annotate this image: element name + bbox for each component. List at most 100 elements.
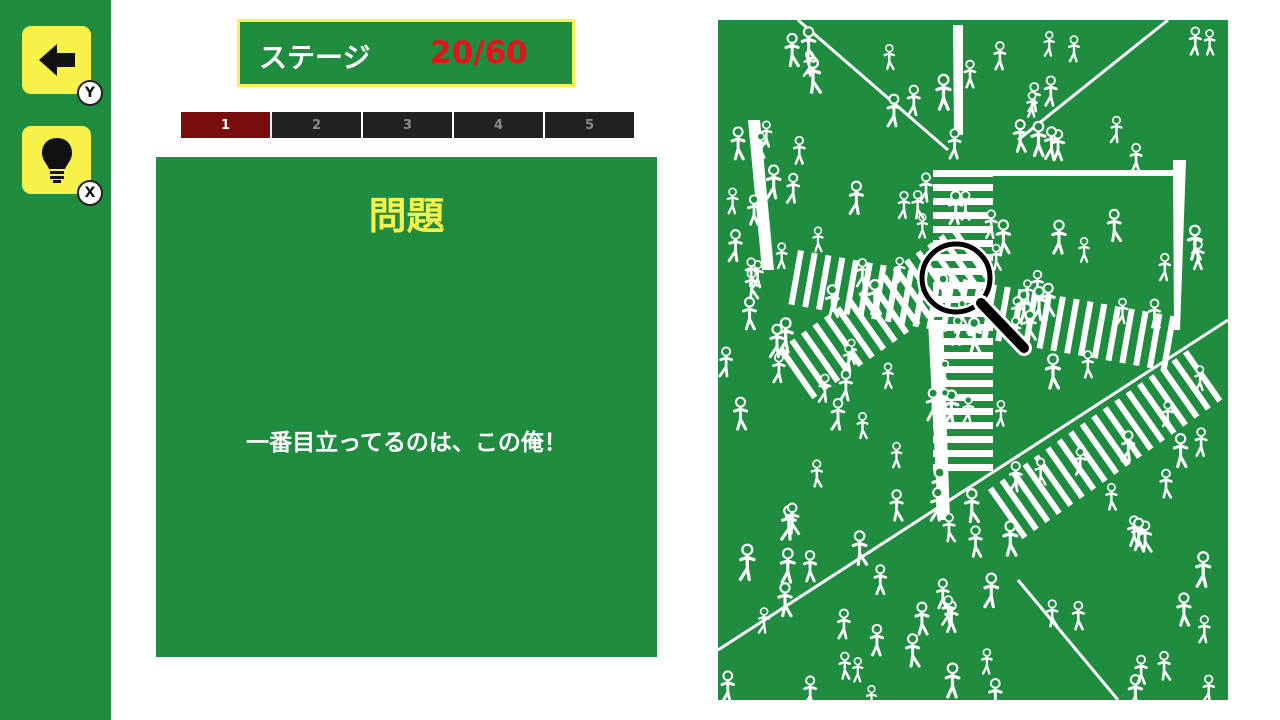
pedestrian-figure: [742, 296, 757, 331]
pedestrian-figure: [830, 398, 846, 431]
key-hint-x: X: [77, 180, 103, 206]
pedestrian-figure: [812, 226, 824, 253]
pedestrian-figure: [1067, 35, 1081, 63]
pedestrian-figure: [1161, 400, 1174, 428]
key-hint-y: Y: [77, 80, 103, 106]
pedestrian-figure: [914, 601, 930, 636]
pedestrian-figure: [1109, 115, 1123, 144]
pedestrian-figure: [883, 43, 896, 71]
pedestrian-figure: [1002, 520, 1019, 557]
pedestrian-figure: [856, 411, 869, 440]
pedestrian-figure: [963, 59, 977, 89]
pedestrian-figure: [733, 396, 748, 431]
pedestrian-figure: [1147, 298, 1162, 329]
pedestrian-figure: [775, 242, 788, 270]
pedestrian-figure: [852, 657, 864, 683]
puzzle-image[interactable]: [718, 20, 1228, 700]
pedestrian-figure: [906, 84, 921, 117]
pedestrian-figure: [1176, 592, 1192, 627]
pedestrian-figure: [947, 128, 962, 160]
pedestrian-figure: [1202, 674, 1216, 700]
pedestrian-figure: [738, 543, 756, 582]
lightbulb-icon: [41, 138, 72, 183]
pedestrian-figure: [1203, 29, 1216, 56]
pedestrian-figure: [1106, 208, 1123, 243]
pedestrian-figure: [1078, 237, 1090, 263]
pedestrian-figure: [720, 670, 736, 700]
pedestrian-figure: [726, 187, 739, 215]
arrow-left-icon: [38, 44, 75, 76]
question-progress: 12345: [181, 112, 634, 138]
road-line: [797, 20, 949, 152]
pedestrian-figure: [886, 93, 902, 128]
pedestrian-figure: [993, 41, 1007, 71]
pedestrian-figure: [981, 648, 993, 675]
pedestrian-figure: [784, 32, 800, 68]
back-button[interactable]: Y: [22, 26, 103, 106]
pedestrian-figure: [730, 126, 746, 161]
pedestrian-figure: [944, 662, 961, 699]
pedestrian-figure: [942, 512, 957, 543]
road-line: [1016, 579, 1120, 700]
crosswalk-right: [988, 350, 1223, 540]
stage-count: 20/60: [430, 35, 528, 71]
street-pole: [1173, 160, 1186, 330]
pedestrian-figure: [718, 346, 733, 378]
pedestrian-figure: [968, 525, 983, 558]
pedestrian-figure: [1081, 350, 1095, 379]
progress-step: 1: [181, 112, 270, 138]
pedestrian-figure: [905, 633, 921, 668]
pedestrian-figure: [1159, 468, 1173, 499]
progress-step: 3: [363, 112, 452, 138]
pedestrian-figure: [803, 675, 818, 700]
pedestrian-figure: [838, 369, 854, 402]
question-panel: 問題 一番目立ってるのは、この俺！: [156, 157, 657, 657]
pedestrian-figure: [988, 678, 1003, 700]
pedestrian-figure: [792, 135, 806, 165]
question-text: 一番目立ってるのは、この俺！: [246, 430, 567, 456]
progress-step: 4: [454, 112, 543, 138]
sidebar: [0, 0, 111, 720]
pedestrian-figure: [964, 488, 981, 524]
pedestrian-figure: [1129, 142, 1143, 173]
pedestrian-figure: [800, 26, 818, 62]
pedestrian-figure: [994, 399, 1007, 427]
pedestrian-figure: [1172, 433, 1189, 469]
progress-step: 5: [545, 112, 634, 138]
pedestrian-figure: [1030, 120, 1047, 158]
pedestrian-figure: [873, 564, 888, 596]
pedestrian-figure: [1051, 219, 1067, 255]
pedestrian-figure: [1043, 75, 1058, 107]
pedestrian-figure: [1043, 30, 1055, 57]
pedestrian-figure: [757, 607, 770, 634]
hint-button[interactable]: X: [22, 126, 103, 206]
stage-label: ステージ: [259, 41, 371, 74]
pedestrian-figure: [935, 73, 952, 111]
pedestrian-figure: [817, 373, 832, 403]
pedestrian-figure: [848, 180, 864, 215]
pedestrian-figure: [897, 190, 911, 220]
pedestrian-figure: [1158, 252, 1172, 282]
pedestrian-figure: [765, 164, 782, 200]
pedestrian-figure: [984, 209, 998, 239]
progress-step: 2: [272, 112, 361, 138]
pedestrian-figure: [727, 229, 743, 263]
pedestrian-figure: [777, 317, 794, 354]
pedestrian-figure: [1044, 353, 1062, 390]
stage-indicator: ステージ 20/60: [237, 19, 575, 87]
pedestrian-figure: [1045, 599, 1059, 628]
pedestrian-figure: [1105, 482, 1118, 511]
pedestrian-figure: [911, 190, 925, 220]
pedestrian-figure: [1195, 551, 1212, 588]
pedestrian-figure: [890, 441, 903, 469]
pedestrian-figure: [838, 651, 852, 680]
pedestrian-figure: [1071, 600, 1085, 631]
pedestrian-figure: [882, 362, 894, 390]
pedestrian-figure: [1194, 427, 1208, 457]
pedestrian-figure: [869, 623, 885, 657]
pedestrian-figure: [779, 547, 796, 584]
pedestrian-figure: [1198, 615, 1211, 644]
pedestrian-figure: [810, 459, 824, 488]
pedestrian-figure: [802, 550, 818, 583]
pedestrian-figure: [889, 489, 904, 522]
